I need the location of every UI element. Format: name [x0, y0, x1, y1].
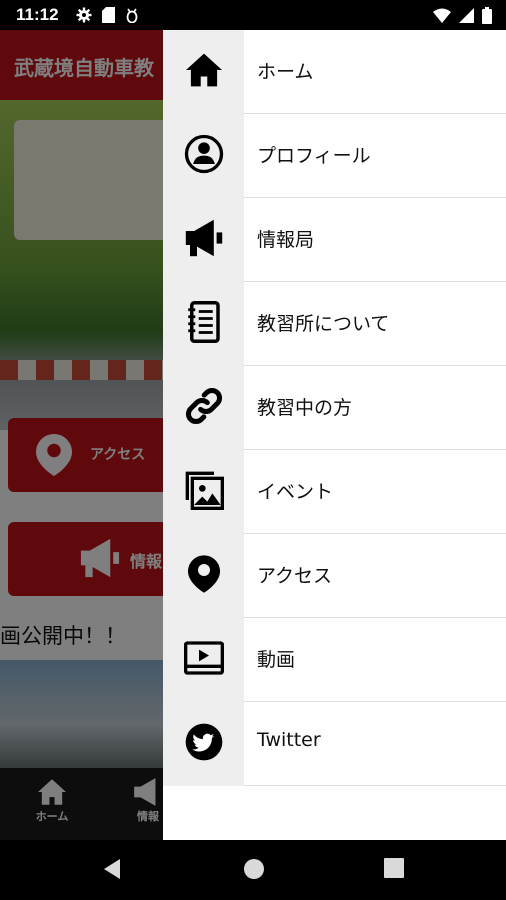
recents-icon[interactable]	[384, 858, 404, 882]
status-time: 11:12	[16, 5, 59, 24]
status-bar: 11:12	[0, 0, 506, 30]
drawer-item-info-bureau[interactable]: 情報局	[163, 198, 506, 282]
divider	[244, 785, 506, 786]
video-icon	[183, 641, 224, 679]
signal-icon	[459, 8, 474, 27]
drawer-item-twitter[interactable]: Twitter	[163, 702, 506, 786]
drawer-item-label: イベント	[257, 481, 334, 503]
navigation-drawer: ホーム プロフィール 情報局 教習所について 教習中の方 イベント アクセス 動…	[163, 30, 506, 840]
battery-icon	[482, 7, 492, 28]
image-gallery-icon	[184, 470, 224, 514]
drawer-item-label: 情報局	[257, 229, 315, 251]
notebook-icon	[186, 301, 222, 347]
drawer-item-label: プロフィール	[257, 145, 371, 167]
drawer-item-label: 教習中の方	[257, 397, 353, 419]
back-icon[interactable]	[102, 858, 122, 884]
location-pin-icon	[187, 555, 220, 597]
drawer-item-access[interactable]: アクセス	[163, 534, 506, 618]
drawer-item-label: 動画	[257, 649, 296, 671]
profile-icon	[184, 134, 224, 178]
home-icon	[184, 52, 224, 92]
link-icon	[184, 386, 224, 430]
drawer-item-profile[interactable]: プロフィール	[163, 114, 506, 198]
drawer-item-label: アクセス	[257, 565, 333, 587]
drawer-item-label: ホーム	[257, 61, 314, 83]
megaphone-icon	[183, 219, 225, 261]
drawer-item-label: 教習所について	[257, 313, 390, 335]
sd-card-icon	[102, 7, 115, 27]
drawer-item-videos[interactable]: 動画	[163, 618, 506, 702]
drawer-item-home[interactable]: ホーム	[163, 30, 506, 114]
drawer-item-label: Twitter	[257, 729, 321, 751]
drawer-item-about-school[interactable]: 教習所について	[163, 282, 506, 366]
drawer-item-events[interactable]: イベント	[163, 450, 506, 534]
system-nav-bar	[0, 840, 506, 900]
bug-icon	[125, 7, 139, 27]
gear-icon	[76, 7, 92, 27]
twitter-icon	[184, 722, 224, 766]
drawer-item-current-students[interactable]: 教習中の方	[163, 366, 506, 450]
home-circle-icon[interactable]	[243, 858, 265, 884]
wifi-icon	[433, 8, 451, 27]
